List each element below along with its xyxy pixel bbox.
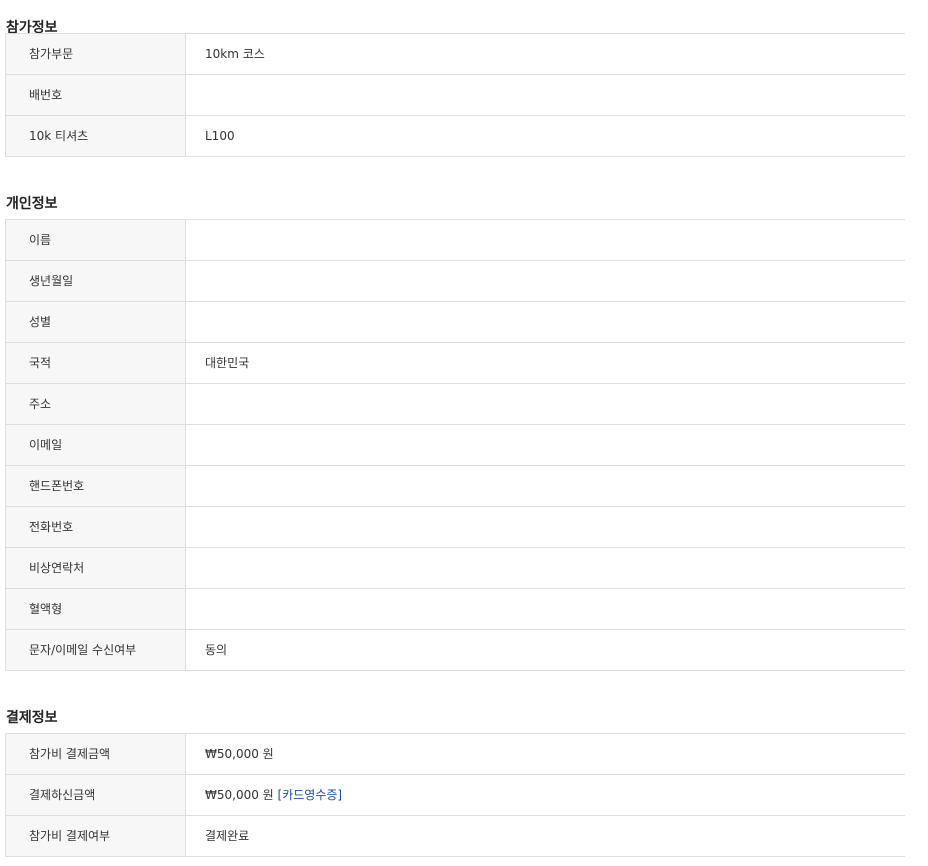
row-label-phone: 전화번호 <box>5 506 186 548</box>
row-value-name <box>185 219 905 261</box>
table-row: 문자/이메일 수신여부 동의 <box>5 629 905 671</box>
table-row: 배번호 <box>5 74 905 116</box>
payment-info-table: 참가비 결제금액 ₩50,000 원 결제하신금액 ₩50,000 원 [카드영… <box>5 733 905 857</box>
row-label-nationality: 국적 <box>5 342 186 384</box>
row-label-email: 이메일 <box>5 424 186 466</box>
row-value-phone <box>185 506 905 548</box>
row-label-gender: 성별 <box>5 301 186 343</box>
row-value-address <box>185 383 905 425</box>
table-row: 전화번호 <box>5 506 905 548</box>
row-label-payment-status: 참가비 결제여부 <box>5 815 186 857</box>
row-value-fee-amount: ₩50,000 원 <box>185 733 905 775</box>
row-label-sms-email-consent: 문자/이메일 수신여부 <box>5 629 186 671</box>
table-row: 결제하신금액 ₩50,000 원 [카드영수증] <box>5 774 905 816</box>
row-value-email <box>185 424 905 466</box>
row-value-gender <box>185 301 905 343</box>
row-label-paid-amount: 결제하신금액 <box>5 774 186 816</box>
table-row: 이름 <box>5 219 905 261</box>
card-receipt-link[interactable]: [카드영수증] <box>278 788 343 802</box>
row-label-tshirt: 10k 티셔츠 <box>5 115 186 157</box>
row-value-blood-type <box>185 588 905 630</box>
row-value-paid-amount: ₩50,000 원 <box>205 788 274 802</box>
table-row: 참가부문 10km 코스 <box>5 33 905 75</box>
row-value-emergency-contact <box>185 547 905 589</box>
row-label-mobile: 핸드폰번호 <box>5 465 186 507</box>
table-row: 생년월일 <box>5 260 905 302</box>
row-value-birthdate <box>185 260 905 302</box>
table-row: 주소 <box>5 383 905 425</box>
row-value-category: 10km 코스 <box>185 33 905 75</box>
row-value-bib-number <box>185 74 905 116</box>
table-row: 핸드폰번호 <box>5 465 905 507</box>
payment-info-title: 결제정보 <box>6 710 58 726</box>
row-label-address: 주소 <box>5 383 186 425</box>
personal-info-title: 개인정보 <box>6 196 58 212</box>
row-value-sms-email-consent: 동의 <box>185 629 905 671</box>
table-row: 혈액형 <box>5 588 905 630</box>
row-value-mobile <box>185 465 905 507</box>
row-value-paid-amount-cell: ₩50,000 원 [카드영수증] <box>185 774 905 816</box>
row-label-name: 이름 <box>5 219 186 261</box>
row-label-fee-amount: 참가비 결제금액 <box>5 733 186 775</box>
row-label-emergency-contact: 비상연락처 <box>5 547 186 589</box>
table-row: 10k 티셔츠 L100 <box>5 115 905 157</box>
table-row: 이메일 <box>5 424 905 466</box>
row-label-category: 참가부문 <box>5 33 186 75</box>
row-label-blood-type: 혈액형 <box>5 588 186 630</box>
row-value-tshirt: L100 <box>185 115 905 157</box>
row-value-payment-status: 결제완료 <box>185 815 905 857</box>
table-row: 참가비 결제금액 ₩50,000 원 <box>5 733 905 775</box>
table-row: 참가비 결제여부 결제완료 <box>5 815 905 857</box>
order-detail-page: 참가정보 참가부문 10km 코스 배번호 10k 티셔츠 L100 개인정보 … <box>0 0 928 866</box>
table-row: 성별 <box>5 301 905 343</box>
row-label-bib-number: 배번호 <box>5 74 186 116</box>
table-row: 비상연락처 <box>5 547 905 589</box>
participation-info-table: 참가부문 10km 코스 배번호 10k 티셔츠 L100 <box>5 33 905 157</box>
row-label-birthdate: 생년월일 <box>5 260 186 302</box>
row-value-nationality: 대한민국 <box>185 342 905 384</box>
table-row: 국적 대한민국 <box>5 342 905 384</box>
personal-info-table: 이름 생년월일 성별 국적 대한민국 주소 이메일 핸드폰번호 전화번호 비상연… <box>5 219 905 671</box>
